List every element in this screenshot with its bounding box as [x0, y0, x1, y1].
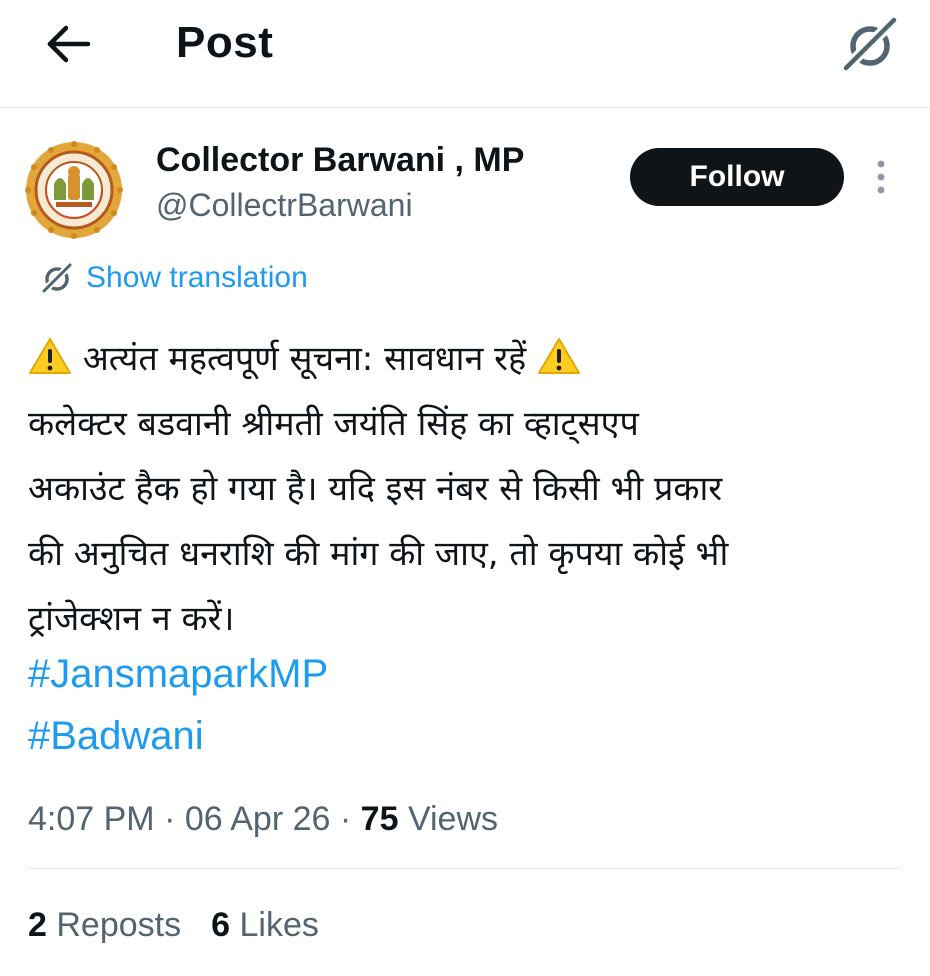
- avatar[interactable]: [24, 140, 124, 240]
- meta-separator: ·: [164, 800, 176, 838]
- tweet-line: अत्यंत महत्वपूर्ण सूचना: सावधान रहें: [28, 327, 908, 392]
- hashtag-link[interactable]: #JansmaparkMP: [28, 652, 328, 697]
- back-button[interactable]: [40, 20, 100, 70]
- views-count: 75: [360, 800, 399, 838]
- show-translation-link[interactable]: Show translation: [40, 258, 308, 298]
- engagement-stats: 2 Reposts 6 Likes: [28, 906, 319, 945]
- grok-icon: [41, 262, 73, 294]
- reposts-count: 2: [28, 906, 47, 944]
- grok-button[interactable]: [840, 14, 900, 74]
- tweet-line: की अनुचित धनराशि की मांग की जाए, तो कृपय…: [28, 534, 729, 574]
- likes-count: 6: [211, 906, 231, 944]
- author-name[interactable]: Collector Barwani , MP: [156, 141, 524, 180]
- follow-button[interactable]: Follow: [630, 148, 844, 206]
- more-options-button[interactable]: [866, 158, 896, 198]
- author-handle[interactable]: @CollectrBarwani: [156, 187, 413, 224]
- likes-label: Likes: [239, 906, 319, 944]
- divider: [28, 868, 900, 869]
- tweet-line: कलेक्टर बडवानी श्रीमती जयंति सिंह का व्ह…: [28, 404, 639, 444]
- reposts-stat[interactable]: 2 Reposts: [28, 906, 181, 945]
- grok-icon: [842, 16, 898, 72]
- meta-separator: ·: [339, 800, 352, 838]
- warning-sign-emoji: [29, 338, 71, 374]
- tweet-line-text: अत्यंत महत्वपूर्ण सूचना: सावधान रहें: [82, 339, 527, 379]
- post-date[interactable]: 06 Apr 26: [185, 800, 331, 838]
- madhya-pradesh-emblem: [25, 141, 123, 239]
- post-time[interactable]: 4:07 PM: [28, 800, 155, 838]
- tweet-line: अकाउंट हैक हो गया है। यदि इस नंबर से किस…: [28, 469, 723, 509]
- page-title: Post: [176, 18, 274, 67]
- hashtag-link[interactable]: #Badwani: [28, 714, 204, 759]
- views-label: Views: [407, 800, 499, 838]
- tweet-text: अत्यंत महत्वपूर्ण सूचना: सावधान रहें कले…: [28, 327, 908, 652]
- show-translation-label: Show translation: [86, 261, 308, 294]
- top-bar: Post: [0, 0, 930, 108]
- tweet-line: ट्रांजेक्शन न करें।: [28, 599, 235, 639]
- likes-stat[interactable]: 6 Likes: [211, 906, 319, 945]
- reposts-label: Reposts: [56, 906, 182, 944]
- more-vertical-icon: [877, 160, 885, 194]
- warning-sign-emoji: [537, 338, 580, 374]
- arrow-left-icon: [47, 25, 91, 63]
- post-metadata: 4:07 PM · 06 Apr 26 · 75 Views: [28, 800, 498, 839]
